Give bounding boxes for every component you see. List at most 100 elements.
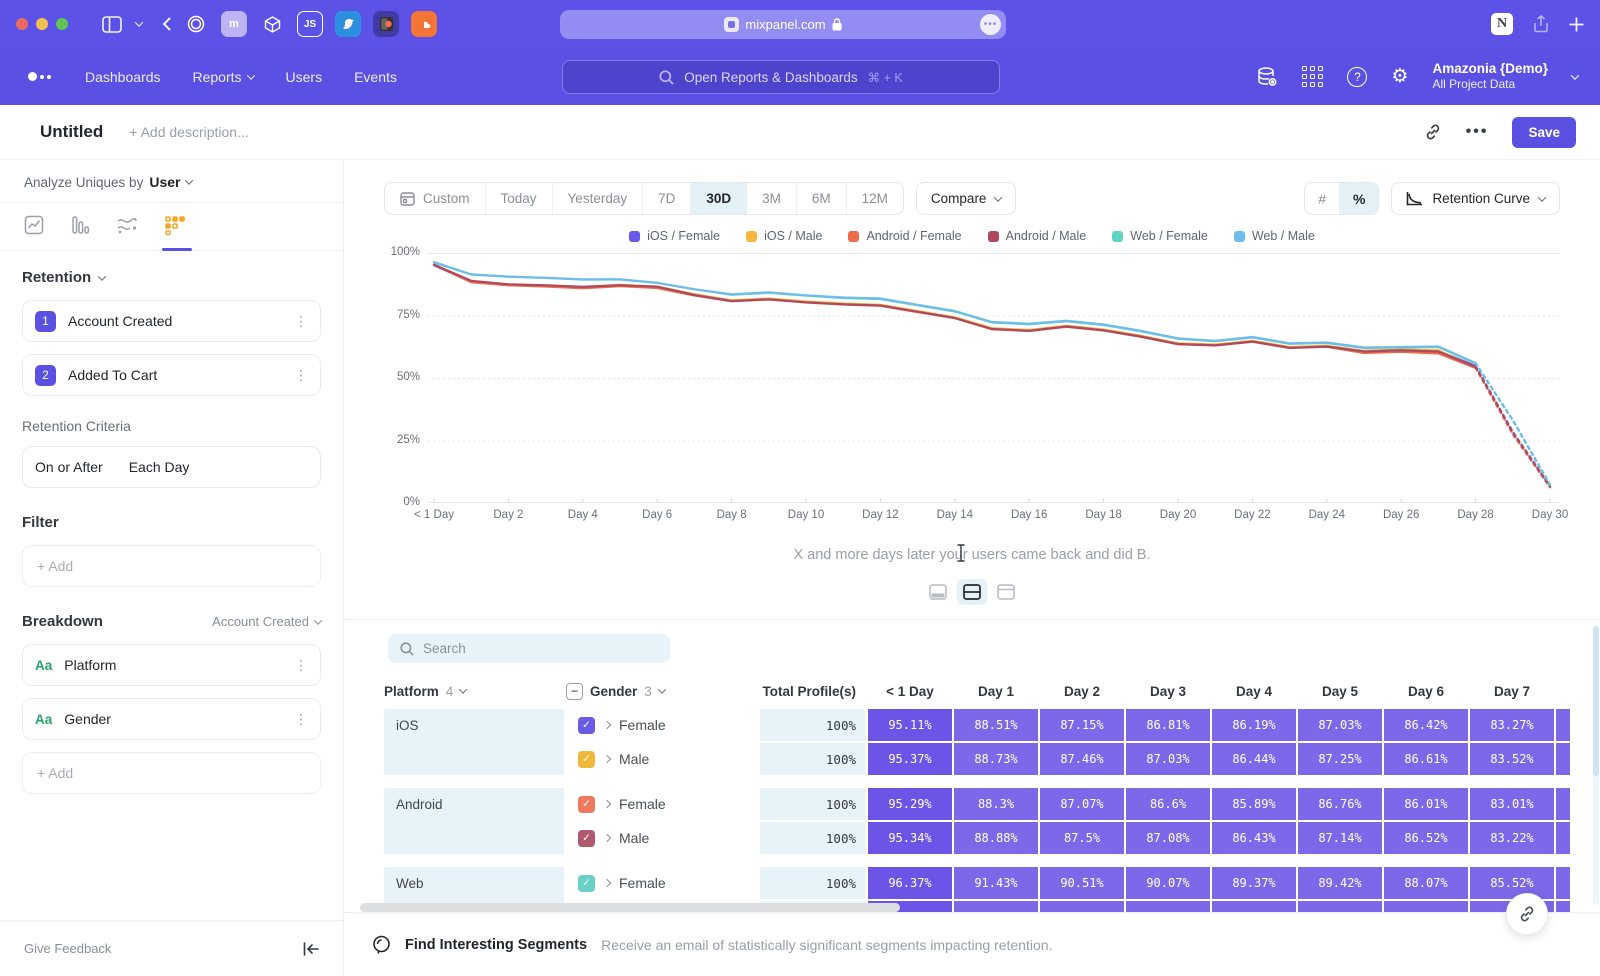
day-column-header[interactable]: Day 3 <box>1126 684 1210 699</box>
date-range-12m[interactable]: 12M <box>847 183 903 214</box>
tab-retention[interactable] <box>164 215 186 250</box>
retention-step-1[interactable]: 1 Account Created ⋮ <box>22 300 321 342</box>
gender-checkbox[interactable]: ✓ <box>578 875 595 892</box>
total-profiles-header[interactable]: Total Profile(s) <box>760 684 866 699</box>
tab-insights[interactable] <box>24 215 44 250</box>
tab-funnels[interactable] <box>70 215 90 250</box>
org-switcher[interactable]: Amazonia {Demo} All Project Data <box>1432 61 1548 93</box>
breakdown-gender[interactable]: Aa Gender ⋮ <box>22 698 321 740</box>
nav-users[interactable]: Users <box>286 69 323 85</box>
expand-row-icon[interactable] <box>604 880 610 886</box>
date-range-7d[interactable]: 7D <box>643 183 691 214</box>
legend-item[interactable]: Android / Male <box>988 229 1087 243</box>
legend-item[interactable]: Android / Female <box>848 229 961 243</box>
expand-row-icon[interactable] <box>604 756 610 762</box>
url-bar[interactable]: mixpanel.com ••• <box>560 10 1006 39</box>
format-percent-option[interactable]: % <box>1340 183 1378 214</box>
help-icon[interactable]: ? <box>1347 67 1367 87</box>
view-chart-only-button[interactable] <box>923 579 953 605</box>
new-tab-icon[interactable] <box>1569 17 1584 32</box>
tab-flows[interactable] <box>116 215 138 250</box>
view-split-button[interactable] <box>957 579 987 605</box>
legend-item[interactable]: iOS / Female <box>629 229 720 243</box>
more-options-icon[interactable]: ••• <box>1466 123 1489 141</box>
mixpanel-logo[interactable] <box>28 72 51 81</box>
table-search-input[interactable]: Search <box>388 634 670 663</box>
compare-button[interactable]: Compare <box>916 182 1017 215</box>
breakdown-scope-dropdown[interactable]: Account Created <box>212 614 321 629</box>
step-kebab-icon[interactable]: ⋮ <box>294 372 308 378</box>
url-ellipsis-button[interactable]: ••• <box>980 14 1001 35</box>
day-column-header[interactable]: Day 1 <box>954 684 1038 699</box>
day-column-header[interactable]: < 1 Day <box>868 684 952 699</box>
retention-step-2[interactable]: 2 Added To Cart ⋮ <box>22 354 321 396</box>
gender-checkbox[interactable]: ✓ <box>578 830 595 847</box>
breakdown-kebab-icon[interactable]: ⋮ <box>294 716 308 722</box>
js-app-icon[interactable]: JS <box>297 11 323 37</box>
sidebar-toggle-icon[interactable] <box>102 16 122 33</box>
breakdown-add-button[interactable]: + Add <box>22 752 321 794</box>
legend-item[interactable]: iOS / Male <box>746 229 822 243</box>
back-icon[interactable] <box>162 17 171 31</box>
filter-add-button[interactable]: + Add <box>22 545 321 587</box>
segments-title[interactable]: Find Interesting Segments <box>405 937 587 953</box>
copy-link-icon[interactable] <box>1424 123 1442 141</box>
retention-section-header[interactable]: Retention <box>22 269 321 286</box>
date-range-6m[interactable]: 6M <box>797 183 847 214</box>
expand-row-icon[interactable] <box>604 722 610 728</box>
notebook-app-icon[interactable] <box>373 11 399 37</box>
chart-type-dropdown[interactable]: Retention Curve <box>1391 182 1560 215</box>
retention-chart[interactable] <box>428 253 1560 503</box>
add-description[interactable]: + Add description... <box>129 124 248 140</box>
date-range-yesterday[interactable]: Yesterday <box>553 183 644 214</box>
chevron-down-icon[interactable] <box>136 21 142 27</box>
save-button[interactable]: Save <box>1512 117 1576 148</box>
circle-app-icon[interactable] <box>183 11 209 37</box>
analyze-value[interactable]: User <box>149 174 180 190</box>
day-column-header[interactable]: Day 6 <box>1384 684 1468 699</box>
vertical-scrollbar-thumb[interactable] <box>1593 626 1599 776</box>
soundcloud-app-icon[interactable] <box>411 11 437 37</box>
bird-app-icon[interactable] <box>335 11 361 37</box>
nav-dashboards[interactable]: Dashboards <box>85 69 161 85</box>
apps-grid-icon[interactable] <box>1302 66 1323 87</box>
horizontal-scrollbar[interactable] <box>360 903 900 912</box>
gender-column-header[interactable]: − Gender 3 <box>566 683 758 700</box>
gender-select-all-checkbox[interactable]: − <box>566 683 583 700</box>
gender-checkbox[interactable]: ✓ <box>578 717 595 734</box>
notion-icon[interactable]: N <box>1491 13 1513 35</box>
date-range-today[interactable]: Today <box>486 183 553 214</box>
nav-events[interactable]: Events <box>354 69 397 85</box>
retention-criteria-card[interactable]: On or After Each Day <box>22 446 321 488</box>
minimize-window-button[interactable] <box>36 18 48 30</box>
close-window-button[interactable] <box>16 18 28 30</box>
legend-item[interactable]: Web / Male <box>1234 229 1315 243</box>
day-column-header[interactable]: Day 2 <box>1040 684 1124 699</box>
share-link-fab[interactable] <box>1506 893 1548 935</box>
nav-reports[interactable]: Reports <box>193 69 254 85</box>
global-search[interactable]: Open Reports & Dashboards ⌘ + K <box>562 60 1000 94</box>
cube-app-icon[interactable] <box>259 11 285 37</box>
date-range-custom[interactable]: Custom <box>385 183 486 214</box>
give-feedback-link[interactable]: Give Feedback <box>24 941 111 956</box>
gender-checkbox[interactable]: ✓ <box>578 751 595 768</box>
day-column-header[interactable]: Day 4 <box>1212 684 1296 699</box>
expand-row-icon[interactable] <box>604 801 610 807</box>
date-range-30d[interactable]: 30D <box>691 183 747 214</box>
day-column-header[interactable]: Day 5 <box>1298 684 1382 699</box>
step-kebab-icon[interactable]: ⋮ <box>294 318 308 324</box>
date-range-3m[interactable]: 3M <box>747 183 797 214</box>
platform-column-header[interactable]: Platform 4 <box>384 684 564 699</box>
share-icon[interactable] <box>1533 15 1549 33</box>
breakdown-platform[interactable]: Aa Platform ⋮ <box>22 644 321 686</box>
day-column-header[interactable]: Day 7 <box>1470 684 1554 699</box>
view-table-only-button[interactable] <box>991 579 1021 605</box>
gender-checkbox[interactable]: ✓ <box>578 796 595 813</box>
legend-item[interactable]: Web / Female <box>1112 229 1208 243</box>
breakdown-kebab-icon[interactable]: ⋮ <box>294 662 308 668</box>
maximize-window-button[interactable] <box>56 18 68 30</box>
collapse-sidebar-icon[interactable] <box>303 942 319 956</box>
report-title[interactable]: Untitled <box>40 122 103 142</box>
settings-gear-icon[interactable]: ⚙ <box>1391 65 1408 88</box>
m-app-icon[interactable]: m <box>221 11 247 37</box>
